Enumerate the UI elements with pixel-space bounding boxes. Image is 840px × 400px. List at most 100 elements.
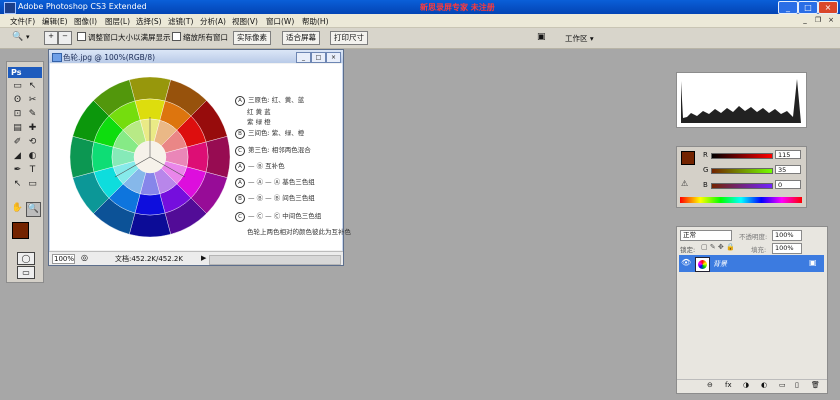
status-info-icon[interactable]: ◎ [81,253,88,262]
legend-line: A 三原色: 红、黄、蓝 [235,94,304,106]
doc-restore-icon[interactable]: ❐ [813,16,823,24]
pen-tool-icon[interactable]: ✒ [11,164,24,177]
gradient-tool-icon[interactable]: ◐ [26,150,39,163]
menu-file[interactable]: 文件(F) [10,16,35,27]
layer-name: 背景 [713,260,727,268]
horizontal-scrollbar[interactable] [209,255,341,265]
panel-foreground-swatch[interactable] [681,151,695,165]
palette-well-icon[interactable]: ▣ [537,32,546,42]
legend-key-badge: A [235,96,245,106]
zoom-all-label: 缩放所有窗口 [183,33,228,42]
zoom-in-icon[interactable]: + [44,31,58,45]
type-tool-icon[interactable]: T [26,164,39,177]
crop-tool-icon[interactable]: ⊡ [11,108,24,121]
link-layers-icon[interactable]: ⊖ [707,381,713,389]
healing-brush-tool-icon[interactable]: ▤ [11,122,24,135]
menu-help[interactable]: 帮助(H) [302,16,329,27]
doc-close-icon[interactable]: × [826,16,836,24]
histogram-graph [681,79,801,123]
lasso-tool-icon[interactable]: ʘ [11,94,24,107]
workspace-menu[interactable]: 工作区 ▾ [565,33,594,44]
status-menu-arrow-icon[interactable]: ▶ [201,254,206,262]
gamut-warning-icon[interactable]: ⚠ [681,179,688,188]
legend-line: 紫 绿 橙 [235,116,271,126]
options-bar: 🔍 ▾ + − 调整窗口大小以满屏显示 缩放所有窗口 实际像素 适合屏幕 打印尺… [0,28,840,49]
menu-analysis[interactable]: 分析(A) [200,16,226,27]
legend-line: B 三间色: 紫、绿、橙 [235,127,304,139]
magic-wand-tool-icon[interactable]: ✂ [26,94,39,107]
menu-window[interactable]: 窗口(W) [266,16,294,27]
document-title: 色轮.jpg @ 100%(RGB/8) [63,53,156,62]
g-channel-value[interactable]: 35 [775,165,801,174]
slice-tool-icon[interactable]: ✎ [26,108,39,121]
menu-filter[interactable]: 滤镜(T) [168,16,193,27]
b-channel-label: B [703,181,708,189]
screen-mode-icon[interactable]: ▭ [17,266,35,279]
blend-mode-select[interactable]: 正常 [680,230,732,241]
new-group-icon[interactable]: ▭ [779,381,786,389]
print-size-button[interactable]: 打印尺寸 [330,31,368,45]
shape-tool-icon[interactable]: ▭ [26,178,39,191]
hand-tool-icon[interactable]: ✋ [11,202,24,215]
legend-text: 第三色: 相邻两色混合 [248,146,311,154]
doc-maximize-button[interactable]: □ [311,52,326,63]
legend-key-badge: C [235,146,245,156]
opacity-label: 不透明度: [739,233,768,241]
document-window: 色轮.jpg @ 100%(RGB/8) _ □ × A 三原色: 红、黄、蓝红 … [48,49,351,266]
fill-field[interactable]: 100% [772,243,802,254]
zoom-tool-icon[interactable]: 🔍 [26,202,41,217]
doc-minimize-icon[interactable]: _ [800,16,810,24]
fit-screen-button[interactable]: 适合屏幕 [282,31,320,45]
legend-line: C — Ⓒ — Ⓒ 中间色三色组 [235,210,321,222]
color-spectrum-bar[interactable] [680,197,802,203]
opacity-field[interactable]: 100% [772,230,802,241]
zoom-all-checkbox[interactable]: 缩放所有窗口 [172,32,228,43]
r-channel-slider[interactable] [711,153,773,159]
r-channel-value[interactable]: 115 [775,150,801,159]
menu-layer[interactable]: 图层(L) [105,16,130,27]
layer-style-icon[interactable]: fx [725,381,732,389]
maximize-button[interactable]: □ [798,1,818,14]
path-selection-tool-icon[interactable]: ↖ [11,178,24,191]
marquee-tool-icon[interactable]: ▭ [11,80,24,93]
history-brush-tool-icon[interactable]: ⟲ [26,136,39,149]
doc-close-button[interactable]: × [326,52,341,63]
zoom-tool-icon[interactable]: 🔍 [12,32,23,42]
new-layer-icon[interactable]: ▯ [795,381,799,389]
document-size: 文档:452.2K/452.2K [115,255,183,263]
resize-window-checkbox[interactable]: 调整窗口大小以满屏显示 [77,32,171,43]
clone-stamp-tool-icon[interactable]: ✐ [11,136,24,149]
legend-text: — Ⓐ — Ⓐ 基色三色组 [248,178,315,186]
legend-text: — Ⓑ 互补色 [248,162,285,170]
adjustment-layer-icon[interactable]: ◐ [761,381,767,389]
legend-line: C 第三色: 相邻两色混合 [235,144,311,156]
layer-row-background[interactable]: 👁 背景 ▣ [679,255,824,272]
visibility-eye-icon[interactable]: 👁 [681,258,691,267]
move-tool-icon[interactable]: ↖ [26,80,39,93]
zoom-level-field[interactable]: 100% [52,254,75,264]
delete-layer-icon[interactable]: 🗑 [811,381,820,389]
doc-minimize-button[interactable]: _ [296,52,311,63]
menu-image[interactable]: 图像(I) [74,16,97,27]
quick-mask-icon[interactable]: ◯ [17,252,35,265]
foreground-color-swatch[interactable] [12,222,29,239]
lock-icons[interactable]: ▢ ✎ ✥ 🔒 [701,243,735,251]
eraser-tool-icon[interactable]: ◢ [11,150,24,163]
legend-text: 紫 绿 橙 [247,118,271,126]
b-channel-slider[interactable] [711,183,773,189]
document-canvas[interactable]: A 三原色: 红、黄、蓝红 黄 蓝紫 绿 橙 B 三间色: 紫、绿、橙 C 第三色: 相邻… [50,64,351,250]
minimize-button[interactable]: _ [778,1,798,14]
close-button[interactable]: × [818,1,838,14]
zoom-out-icon[interactable]: − [58,31,72,45]
legend-key-badge: A [235,162,245,172]
actual-pixels-button[interactable]: 实际像素 [233,31,271,45]
b-channel-value[interactable]: 0 [775,180,801,189]
menu-edit[interactable]: 编辑(E) [42,16,68,27]
tool-preset-dropdown[interactable]: ▾ [26,33,30,41]
layer-mask-icon[interactable]: ◑ [743,381,749,389]
brush-tool-icon[interactable]: ✚ [26,122,39,135]
g-channel-slider[interactable] [711,168,773,174]
layers-panel: 正常 不透明度: 100% 锁定: ▢ ✎ ✥ 🔒 填充: 100% 👁 背景 … [676,226,828,394]
menu-view[interactable]: 视图(V) [232,16,258,27]
menu-select[interactable]: 选择(S) [136,16,162,27]
